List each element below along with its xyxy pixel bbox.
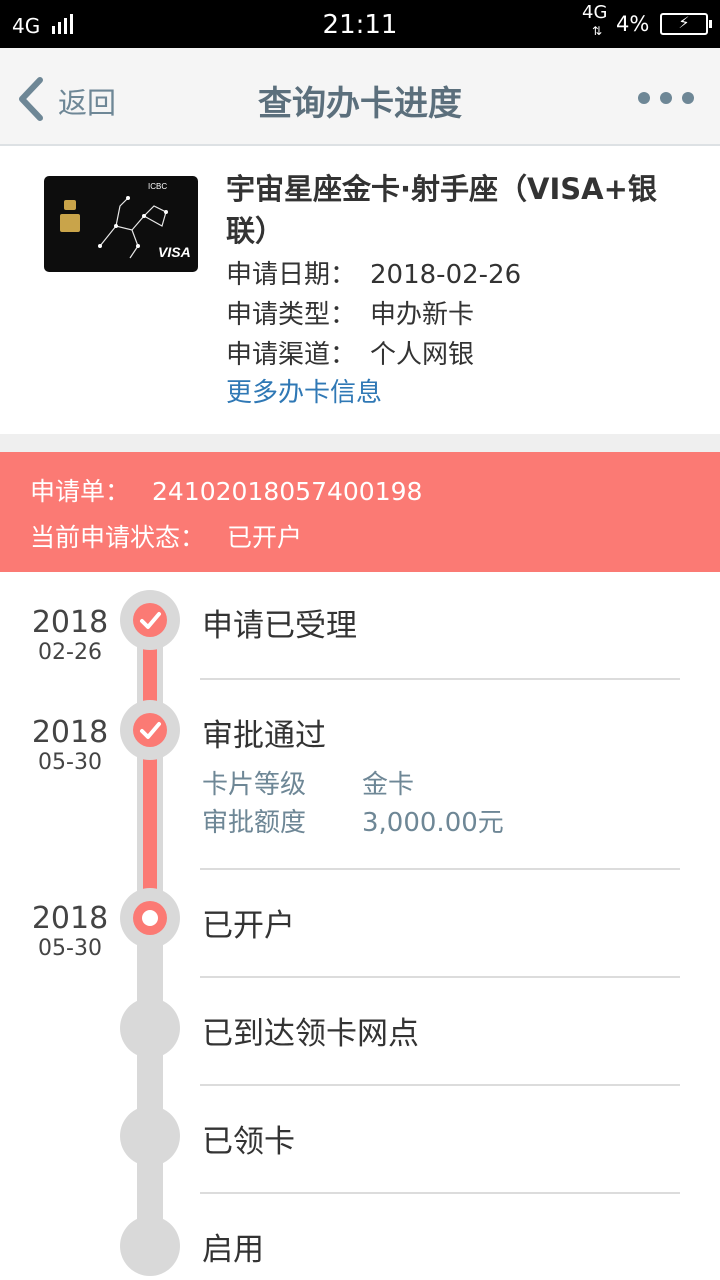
more-options-icon[interactable] [636, 92, 696, 106]
card-name: 宇宙星座金卡·射手座（VISA+银联） [226, 172, 657, 248]
step-month-day: 02-26 [38, 640, 102, 665]
step-divider [200, 868, 680, 870]
battery-percent: 4% [616, 12, 650, 36]
step-label: 已到达领卡网点 [202, 1016, 419, 1052]
step-month-day: 05-30 [38, 750, 102, 775]
info-value: 2018-02-26 [370, 260, 522, 290]
apply-type-row: 申请类型： 申办新卡 [226, 294, 474, 331]
charging-icon: ⚡ [678, 13, 690, 32]
step-label: 已领卡 [202, 1124, 295, 1160]
step-year: 2018 [31, 605, 109, 640]
detail-key: 审批额度 [202, 808, 307, 838]
approval-detail-card-level: 卡片等级 金卡 [202, 764, 414, 801]
timeline-track-progress [143, 620, 157, 920]
info-value: 个人网银 [370, 340, 475, 370]
step-year: 2018 [31, 715, 109, 750]
step-date: 2018 02-26 [20, 606, 120, 666]
data-arrows-icon: ⇅ [592, 24, 603, 38]
application-status: 已开户 [227, 523, 303, 552]
status-bar: 4G 21:11 4G ⇅ 4% ⚡ [0, 0, 720, 48]
detail-key: 卡片等级 [202, 770, 307, 800]
info-label: 申请类型： [226, 300, 357, 330]
step-label: 申请已受理 [202, 608, 357, 644]
application-number: 24102018057400198 [152, 477, 423, 506]
nav-bar: 返回 查询办卡进度 [0, 48, 720, 146]
check-icon [140, 612, 161, 629]
more-card-info-link[interactable]: 更多办卡信息 [226, 372, 382, 409]
apply-channel-row: 申请渠道： 个人网银 [226, 334, 474, 371]
step-node-done [120, 700, 180, 760]
step-node-pending [120, 1106, 180, 1166]
page-title: 查询办卡进度 [258, 84, 462, 124]
approval-detail-credit-limit: 审批额度 3,000.00元 [202, 802, 504, 839]
step-node-pending [120, 1216, 180, 1276]
card-info-section: ICBC VISA 宇宙星座金卡·射手座（VISA+银联） 申请日期： 2018-… [0, 148, 720, 434]
application-status-label: 当前申请状态： [30, 523, 206, 552]
step-date: 2018 05-30 [20, 902, 120, 962]
step-divider [200, 1192, 680, 1194]
application-status-banner: 申请单： 24102018057400198 当前申请状态： 已开户 [0, 452, 720, 572]
step-year: 2018 [31, 901, 109, 936]
info-label: 申请渠道： [226, 340, 357, 370]
battery-icon: ⚡ [660, 13, 712, 35]
step-divider [200, 678, 680, 680]
card-visa-logo: VISA [158, 244, 191, 260]
step-label: 启用 [202, 1232, 264, 1268]
step-date: 2018 05-30 [20, 716, 120, 776]
step-node-done [120, 590, 180, 650]
card-image: ICBC VISA [44, 176, 198, 272]
application-status-row: 当前申请状态： 已开户 [30, 518, 302, 554]
step-divider [200, 976, 680, 978]
step-label: 已开户 [202, 908, 295, 944]
network-type-right: 4G [582, 2, 608, 23]
step-node-current [120, 888, 180, 948]
info-label: 申请日期： [226, 260, 357, 290]
application-number-label: 申请单： [30, 477, 131, 506]
apply-date-row: 申请日期： 2018-02-26 [226, 254, 521, 291]
step-divider [200, 1084, 680, 1086]
check-icon [140, 722, 161, 739]
info-value: 申办新卡 [370, 300, 475, 330]
progress-timeline: 2018 02-26 申请已受理 2018 05-30 审批通过 卡片等级 金卡… [0, 572, 720, 1280]
application-number-row: 申请单： 24102018057400198 [30, 472, 422, 508]
step-month-day: 05-30 [38, 936, 102, 961]
step-node-pending [120, 998, 180, 1058]
detail-value: 金卡 [362, 770, 415, 800]
clock: 21:11 [322, 10, 398, 40]
detail-value: 3,000.00元 [362, 808, 504, 838]
section-divider [0, 434, 720, 452]
step-label: 审批通过 [202, 718, 326, 754]
